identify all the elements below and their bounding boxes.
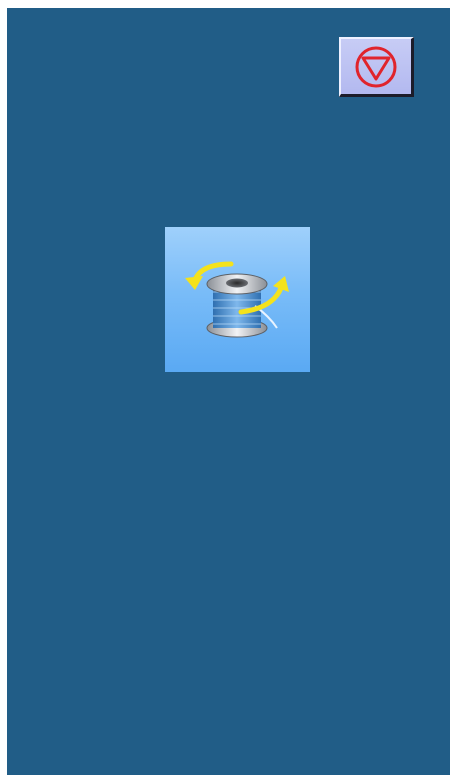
stop-triangle-icon: [353, 44, 399, 90]
device-frame: [0, 0, 457, 775]
stop-button[interactable]: [339, 37, 414, 97]
bobbin-winder-button[interactable]: [165, 227, 310, 372]
panel-screen: [7, 8, 450, 775]
bobbin-winder-icon: [173, 250, 303, 350]
